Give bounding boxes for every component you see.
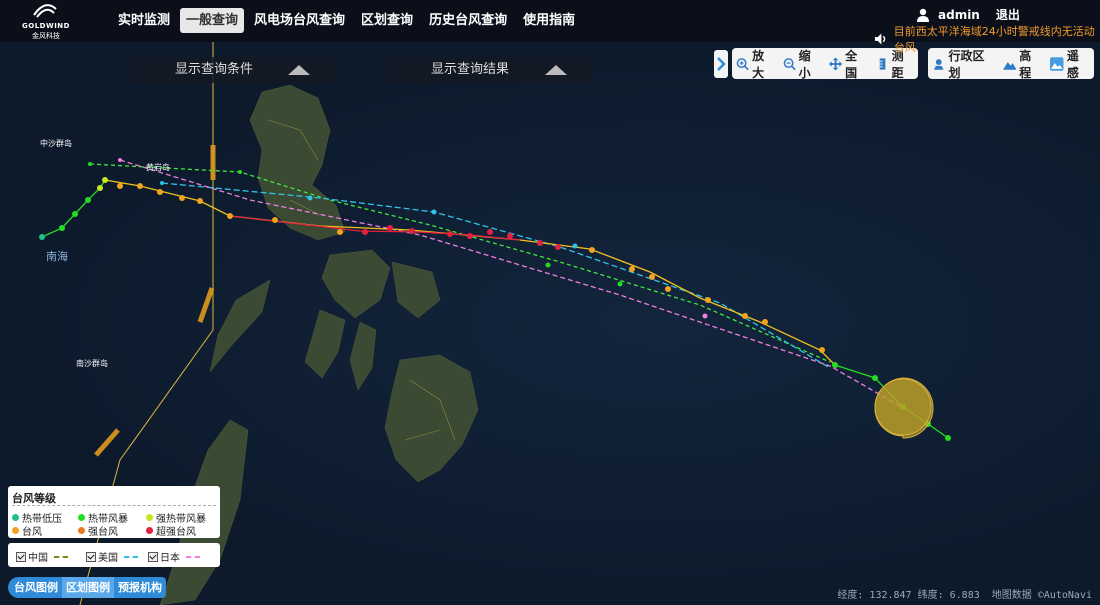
expand-triangle-icon[interactable] — [288, 65, 310, 75]
logo-mark-icon — [33, 4, 57, 18]
agency-china-toggle[interactable]: 中国 — [16, 549, 68, 564]
chevron-right-icon — [717, 57, 726, 71]
zoom-out-button[interactable]: 缩小 — [779, 47, 826, 81]
query-conditions-panel[interactable]: 显示查询条件 — [131, 57, 336, 83]
legend-item: 超强台风 — [146, 523, 196, 538]
map-pin-icon — [933, 58, 944, 70]
query-conditions-label: 显示查询条件 — [175, 62, 254, 77]
map-label-nanhai: 南海 — [46, 250, 68, 263]
tab-typhoon-legend[interactable]: 台风图例 — [8, 577, 62, 598]
coordinate-readout: 经度: 132.847 纬度: 6.883 地图数据 ©AutoNavi — [837, 586, 1092, 601]
map-label-nansha: 南沙群岛 — [76, 359, 108, 368]
ruler-icon — [879, 57, 885, 70]
legend-dot-icon — [146, 527, 153, 534]
legend-dot-icon — [12, 514, 19, 521]
user-icon — [917, 8, 929, 22]
mountain-icon — [1002, 61, 1017, 70]
checkbox[interactable] — [16, 551, 26, 562]
zoom-out-label: 缩小 — [798, 48, 811, 80]
typhoon-level-legend: 台风等级 热带低压 热带风暴 强热带风暴 台风 强台风 超强台风 — [8, 486, 220, 538]
speaker-icon — [874, 33, 886, 45]
top-bar: GOLDWIND 金风科技 实时监测 一般查询 风电场台风查询 区划查询 历史台… — [0, 0, 1100, 54]
agency-label: 中国 — [28, 553, 48, 564]
palawan-landmass — [209, 279, 271, 373]
logo-brand-cn-text: 金风科技 — [32, 32, 60, 40]
nav-item-zone-query[interactable]: 区划查询 — [355, 8, 419, 33]
line-swatch — [54, 555, 68, 558]
coords-text: 经度: 132.847 纬度: 6.883 — [837, 590, 980, 601]
username: admin — [938, 7, 980, 22]
legend-title: 台风等级 — [12, 492, 56, 505]
goldwind-logo[interactable]: GOLDWIND 金风科技 — [18, 3, 74, 40]
logout-link[interactable]: 退出 — [996, 6, 1020, 23]
agency-label: 美国 — [98, 553, 118, 564]
visayas-landmass — [321, 249, 391, 319]
legend-label: 强台风 — [88, 527, 118, 538]
map-source-text: 地图数据 ©AutoNavi — [991, 590, 1092, 601]
zoom-in-label: 放大 — [752, 48, 765, 80]
legend-label: 超强台风 — [156, 527, 196, 538]
legend-item: 台风 — [12, 523, 42, 538]
toolbar-collapse-button[interactable] — [714, 50, 728, 78]
checkbox[interactable] — [86, 551, 96, 562]
line-swatch — [124, 555, 138, 558]
map-label-zhongsha: 中沙群岛 — [40, 139, 72, 148]
query-results-label: 显示查询结果 — [431, 62, 510, 77]
track-points — [39, 158, 951, 441]
legend-dot-icon — [146, 514, 153, 521]
nav-item-guide[interactable]: 使用指南 — [517, 8, 581, 33]
line-swatch — [186, 555, 200, 558]
tab-zone-legend[interactable]: 区划图例 — [62, 577, 114, 598]
legend-item: 强台风 — [78, 523, 118, 538]
nav-item-windfarm-query[interactable]: 风电场台风查询 — [248, 8, 351, 33]
checkbox[interactable] — [148, 551, 158, 562]
mindanao-landmass — [384, 354, 479, 483]
user-area: admin 退出 — [916, 6, 1020, 23]
full-extent-label: 全国 — [845, 48, 858, 80]
track-observed-yellow — [104, 179, 836, 366]
pan-arrows-icon — [829, 56, 843, 71]
track-us-forecast — [161, 182, 831, 369]
legend-dot-icon — [12, 527, 19, 534]
track-early-green — [41, 179, 106, 238]
legend-dot-icon — [78, 527, 85, 534]
legend-divider — [12, 505, 216, 506]
full-extent-button[interactable]: 全国 — [825, 47, 872, 81]
zoom-out-icon — [783, 57, 796, 70]
forecast-agency-filter: 中国 美国 日本 — [8, 543, 220, 567]
tab-forecast-agency[interactable]: 预报机构 — [114, 577, 166, 598]
map-label-huangyan: 黄岩岛 — [146, 163, 170, 172]
legend-dot-icon — [78, 514, 85, 521]
nav-item-history-query[interactable]: 历史台风查询 — [423, 8, 513, 33]
legend-tabs: 台风图例 区划图例 预报机构 — [8, 577, 166, 598]
typhoon-alert: 目前西太平洋海域24小时警戒线内无活动台风 — [874, 23, 1100, 55]
agency-japan-toggle[interactable]: 日本 — [148, 549, 200, 564]
logo-brand-text: GOLDWIND — [22, 22, 70, 30]
agency-us-toggle[interactable]: 美国 — [86, 549, 138, 564]
zoom-in-button[interactable]: 放大 — [732, 47, 779, 81]
dashed-boundary-segments — [94, 145, 216, 457]
agency-label: 日本 — [160, 553, 180, 564]
track-japan-forecast — [119, 159, 901, 407]
alert-text: 目前西太平洋海域24小时警戒线内无活动台风 — [893, 25, 1095, 54]
nav-item-realtime[interactable]: 实时监测 — [112, 8, 176, 33]
legend-label: 台风 — [22, 527, 42, 538]
main-nav: 实时监测 一般查询 风电场台风查询 区划查询 历史台风查询 使用指南 — [112, 8, 581, 33]
zoom-in-icon — [736, 57, 749, 70]
expand-triangle-icon[interactable] — [545, 65, 567, 75]
track-china-forecast — [89, 163, 831, 363]
query-results-panel[interactable]: 显示查询结果 — [387, 57, 592, 83]
satellite-image-icon — [1050, 56, 1064, 71]
nav-item-general-query[interactable]: 一般查询 — [180, 8, 245, 33]
